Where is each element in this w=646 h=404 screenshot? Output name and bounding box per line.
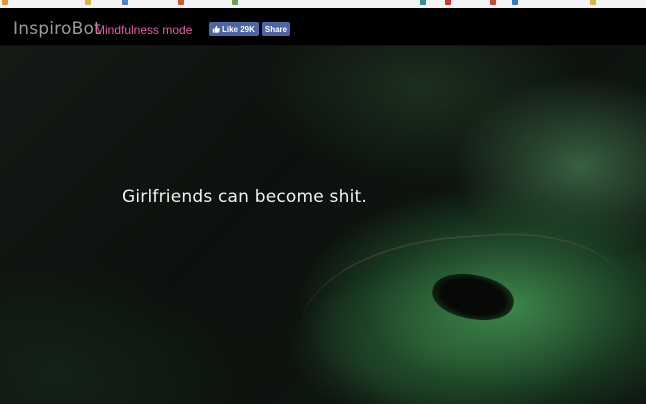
bookmark-icon[interactable] [178,0,184,5]
bookmark-icon[interactable] [490,0,496,5]
bookmark-icon[interactable] [590,0,596,5]
site-header: InspiroBot Mindfulness mode Like 29K Sha… [0,8,646,46]
facebook-share-button[interactable]: Share [262,22,290,36]
facebook-like-button[interactable]: Like 29K [209,22,259,36]
like-count-label: Like 29K [222,24,255,34]
thumbs-up-icon [212,25,220,33]
quote-text: Girlfriends can become shit. [122,187,367,207]
bookmark-icon[interactable] [512,0,518,5]
bookmark-icon[interactable] [2,0,8,5]
site-logo[interactable]: InspiroBot [13,19,101,39]
bookmark-icon[interactable] [85,0,91,5]
mindfulness-mode-link[interactable]: Mindfulness mode [95,23,192,37]
bookmark-icon[interactable] [445,0,451,5]
inspiration-image: Girlfriends can become shit. [0,46,646,404]
bookmark-icon[interactable] [420,0,426,5]
bookmark-icon[interactable] [122,0,128,5]
bookmark-icon[interactable] [232,0,238,5]
